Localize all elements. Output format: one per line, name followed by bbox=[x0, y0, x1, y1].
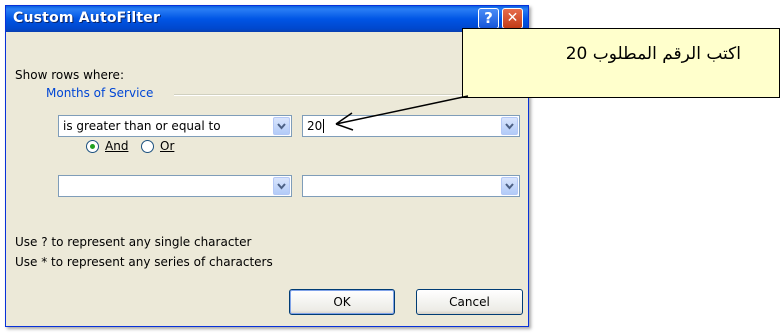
annotation-arrow bbox=[335, 95, 469, 131]
arrow-shaft bbox=[335, 95, 469, 125]
